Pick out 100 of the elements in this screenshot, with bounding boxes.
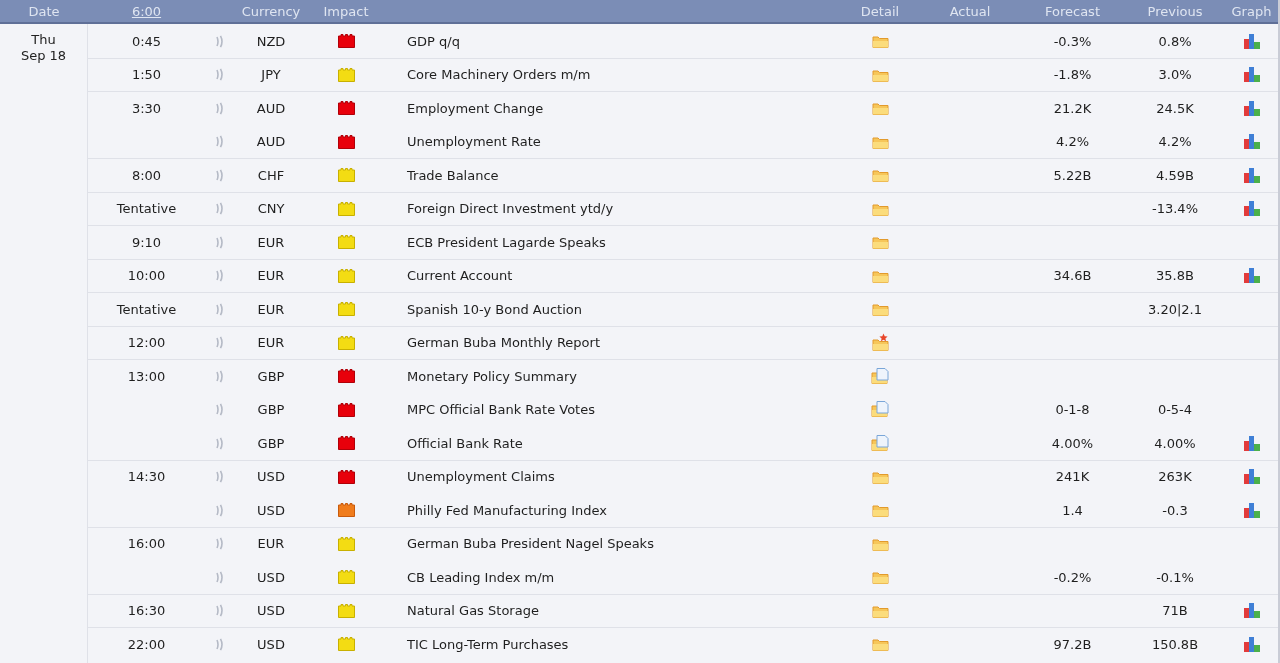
event-title[interactable]: CB Leading Index m/m xyxy=(385,569,555,585)
folder-document-icon[interactable] xyxy=(871,367,889,385)
folder-document-icon[interactable] xyxy=(871,434,889,452)
forecast-value: 97.2B xyxy=(1053,636,1092,652)
time-text: 16:30 xyxy=(127,603,166,619)
forecast-value: 4.00% xyxy=(1051,435,1094,451)
event-title[interactable]: Natural Gas Storage xyxy=(385,603,539,619)
folder-icon[interactable] xyxy=(871,167,889,184)
bar-chart-icon[interactable] xyxy=(1242,32,1261,50)
event-title[interactable]: ECB President Lagarde Speaks xyxy=(385,234,606,250)
previous-value: -0.1% xyxy=(1156,569,1194,585)
time-text: Tentative xyxy=(116,201,177,217)
event-title[interactable]: Current Account xyxy=(385,268,513,284)
currency-text: USD xyxy=(257,603,285,619)
folder-star-icon[interactable] xyxy=(871,333,889,353)
event-title[interactable]: Trade Balance xyxy=(385,167,499,183)
bar-chart-icon[interactable] xyxy=(1242,434,1261,452)
forecast-value: 241K xyxy=(1055,469,1090,485)
sound-icon[interactable] xyxy=(216,470,224,484)
event-title[interactable]: Foreign Direct Investment ytd/y xyxy=(385,201,614,217)
weekday-text: Thu xyxy=(31,32,56,47)
sound-icon[interactable] xyxy=(216,302,224,316)
sound-icon[interactable] xyxy=(216,168,224,182)
bar-chart-icon[interactable] xyxy=(1242,99,1261,117)
sound-icon[interactable] xyxy=(216,269,224,283)
folder-icon[interactable] xyxy=(871,502,889,519)
bar-chart-icon[interactable] xyxy=(1242,635,1261,653)
folder-icon[interactable] xyxy=(871,234,889,251)
previous-value: -0.3 xyxy=(1162,502,1188,518)
time-text: 22:00 xyxy=(127,636,166,652)
currency-text: GBP xyxy=(257,402,285,418)
time-text: 13:00 xyxy=(127,368,166,384)
sound-icon[interactable] xyxy=(216,570,224,584)
event-title[interactable]: Spanish 10-y Bond Auction xyxy=(385,301,582,317)
time-text: 10:00 xyxy=(127,268,166,284)
event-title[interactable]: Official Bank Rate xyxy=(385,435,523,451)
currency-text: CHF xyxy=(257,167,285,183)
folder-icon[interactable] xyxy=(871,569,889,586)
sound-icon[interactable] xyxy=(216,336,224,350)
sound-icon[interactable] xyxy=(216,369,224,383)
event-title[interactable]: GDP q/q xyxy=(385,33,460,49)
sound-icon[interactable] xyxy=(216,604,224,618)
date-text: Sep 18 xyxy=(20,48,67,63)
currency-text: EUR xyxy=(257,536,285,552)
bar-chart-icon[interactable] xyxy=(1242,133,1261,151)
event-title[interactable]: German Buba Monthly Report xyxy=(385,335,600,351)
previous-value: 35.8B xyxy=(1156,268,1194,284)
sound-icon[interactable] xyxy=(216,637,224,651)
event-title[interactable]: German Buba President Nagel Speaks xyxy=(385,536,654,552)
currency-text: USD xyxy=(257,502,285,518)
time-text: 12:00 xyxy=(127,335,166,351)
time-text: 1:50 xyxy=(131,67,162,83)
sound-icon[interactable] xyxy=(216,135,224,149)
forecast-value: 4.2% xyxy=(1056,134,1089,150)
event-title[interactable]: Philly Fed Manufacturing Index xyxy=(385,502,607,518)
event-title[interactable]: Unemployment Rate xyxy=(385,134,541,150)
time-text: 16:00 xyxy=(127,536,166,552)
sound-icon[interactable] xyxy=(216,101,224,115)
previous-value: 150.8B xyxy=(1151,636,1199,652)
bar-chart-icon[interactable] xyxy=(1242,200,1261,218)
event-title[interactable]: MPC Official Bank Rate Votes xyxy=(385,402,595,418)
forecast-value: 1.4 xyxy=(1062,502,1083,518)
currency-text: JPY xyxy=(261,67,281,83)
previous-value: 4.00% xyxy=(1154,435,1196,451)
bar-chart-icon[interactable] xyxy=(1242,267,1261,285)
sound-icon[interactable] xyxy=(216,537,224,551)
sound-icon[interactable] xyxy=(216,235,224,249)
forecast-value: 34.6B xyxy=(1053,268,1092,284)
time-text: 3:30 xyxy=(131,100,162,116)
folder-icon[interactable] xyxy=(871,33,889,50)
time-text: 14:30 xyxy=(127,469,166,485)
folder-document-icon[interactable] xyxy=(871,401,889,419)
folder-icon[interactable] xyxy=(871,636,889,653)
bar-chart-icon[interactable] xyxy=(1242,166,1261,184)
sound-icon[interactable] xyxy=(216,403,224,417)
bar-chart-icon[interactable] xyxy=(1242,468,1261,486)
event-title[interactable]: TIC Long-Term Purchases xyxy=(385,636,569,652)
forecast-value: 5.22B xyxy=(1053,167,1092,183)
sound-icon[interactable] xyxy=(216,68,224,82)
previous-value: 71B xyxy=(1162,603,1188,619)
currency-text: AUD xyxy=(256,100,286,116)
currency-text: EUR xyxy=(257,301,285,317)
folder-icon[interactable] xyxy=(871,100,889,117)
bar-chart-icon[interactable] xyxy=(1242,66,1261,84)
event-title[interactable]: Core Machinery Orders m/m xyxy=(385,67,591,83)
folder-icon[interactable] xyxy=(871,301,889,318)
event-title[interactable]: Monetary Policy Summary xyxy=(385,368,577,384)
sound-icon[interactable] xyxy=(216,503,224,517)
forecast-value: -0.2% xyxy=(1053,569,1092,585)
previous-value: 24.5K xyxy=(1156,100,1194,116)
event-title[interactable]: Unemployment Claims xyxy=(385,469,555,485)
sound-icon[interactable] xyxy=(216,436,224,450)
event-title[interactable]: Employment Change xyxy=(385,100,544,116)
bar-chart-icon[interactable] xyxy=(1242,602,1261,620)
forecast-value: 0-1-8 xyxy=(1055,402,1090,418)
sound-icon[interactable] xyxy=(216,202,224,216)
bar-chart-icon[interactable] xyxy=(1242,501,1261,519)
sound-icon[interactable] xyxy=(216,34,224,48)
column-header: Previous xyxy=(1147,3,1203,19)
column-header: Date xyxy=(28,3,60,19)
